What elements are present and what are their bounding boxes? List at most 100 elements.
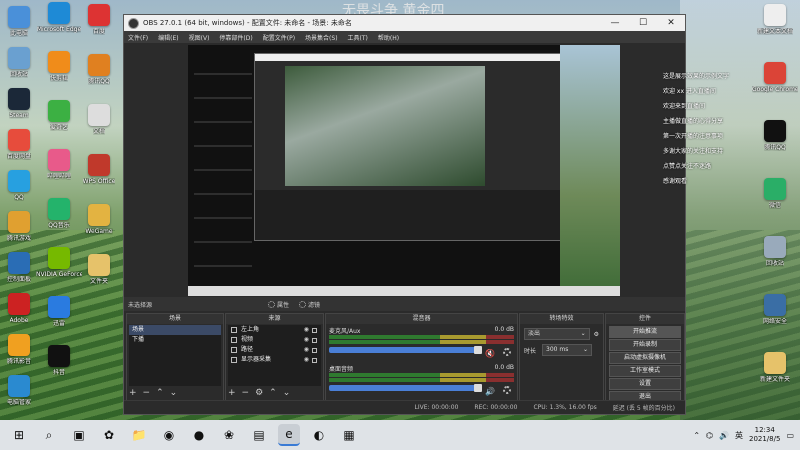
desktop-icon[interactable]: 腾讯QQ: [76, 54, 122, 85]
menu-item[interactable]: 配置文件(P): [263, 33, 295, 42]
control-button[interactable]: 启动虚拟摄像机: [609, 352, 681, 364]
desktop-icon[interactable]: 网络安全: [752, 294, 798, 325]
lock-icon[interactable]: [312, 327, 317, 333]
tray-chevron-icon[interactable]: ⌃: [693, 431, 700, 440]
filters-button[interactable]: 滤镜: [299, 300, 320, 309]
input-language[interactable]: 英: [735, 430, 743, 441]
taskbar-app-icon[interactable]: ◉: [158, 424, 180, 446]
move-down-icon[interactable]: ⌄: [283, 388, 291, 398]
app-icon: [8, 6, 30, 28]
control-button[interactable]: 开始推流: [609, 326, 681, 338]
notification-icon[interactable]: ▭: [786, 431, 794, 440]
remove-icon[interactable]: −: [143, 388, 151, 398]
desktop-icon[interactable]: 迅雷: [36, 296, 82, 327]
audio-meter: [329, 378, 514, 382]
desktop-icon-label: 文件夹: [89, 278, 108, 285]
volume-slider[interactable]: [329, 346, 482, 354]
lock-icon[interactable]: [312, 357, 317, 363]
app-icon: [48, 247, 70, 269]
desktop-icon[interactable]: WPS Office: [76, 154, 122, 185]
obs-preview[interactable]: [188, 45, 620, 296]
properties-button[interactable]: 属性: [268, 300, 289, 309]
eye-icon[interactable]: ◉: [304, 325, 309, 335]
gear-icon[interactable]: [503, 386, 511, 394]
speaker-icon[interactable]: 🔊: [485, 387, 495, 396]
source-item[interactable]: 左上角 ◉: [228, 325, 321, 335]
eye-icon[interactable]: ◉: [304, 345, 309, 355]
menu-item[interactable]: 帮助(H): [378, 33, 399, 42]
menu-item[interactable]: 文件(F): [128, 33, 148, 42]
preview-desktop-icons: [194, 51, 252, 281]
desktop-icon[interactable]: 抖音: [36, 345, 82, 376]
lock-icon[interactable]: [312, 337, 317, 343]
desktop-icon[interactable]: Google Chrome: [752, 62, 798, 93]
clock[interactable]: 12:34 2021/8/5: [749, 426, 780, 444]
minimize-icon[interactable]: —: [601, 15, 629, 31]
desktop-icon[interactable]: 新建文本文档: [752, 4, 798, 35]
dropped-frames-status: 延迟 (丢 5 帧的百分比): [612, 405, 675, 412]
add-icon[interactable]: +: [228, 388, 236, 398]
taskbar-app-icon[interactable]: ▤: [248, 424, 270, 446]
source-item[interactable]: 显示器采集 ◉: [228, 355, 321, 365]
desktop-icon[interactable]: WeGame: [76, 204, 122, 235]
volume-slider-handle[interactable]: [474, 384, 482, 392]
gear-icon[interactable]: [503, 348, 511, 356]
control-button[interactable]: 开始录制: [609, 339, 681, 351]
taskbar-app-icon[interactable]: ▣: [68, 424, 90, 446]
move-down-icon[interactable]: ⌄: [170, 388, 178, 398]
desktop-icon[interactable]: 腾讯QQ: [752, 120, 798, 151]
desktop-icon-label: QQ音乐: [48, 222, 70, 229]
desktop-icon-label: 微信: [768, 202, 781, 209]
transition-gear-icon[interactable]: ⚙: [594, 331, 599, 338]
desktop-icon[interactable]: 文档: [76, 104, 122, 135]
volume-icon[interactable]: 🔊: [719, 431, 729, 440]
taskbar-app-icon[interactable]: ◐: [308, 424, 330, 446]
speaker-icon[interactable]: 🔇: [485, 349, 495, 358]
source-item[interactable]: 视频 ◉: [228, 335, 321, 345]
eye-icon[interactable]: ◉: [304, 355, 309, 365]
desktop-icon-label: WPS Office: [82, 178, 116, 185]
desktop-icon[interactable]: 百度: [76, 4, 122, 35]
network-icon[interactable]: ⌬: [706, 431, 713, 440]
scene-item[interactable]: 下播: [129, 335, 221, 345]
taskbar-app-icon[interactable]: ●: [188, 424, 210, 446]
volume-slider[interactable]: [329, 384, 482, 392]
obs-titlebar[interactable]: OBS 27.0.1 (64 bit, windows) - 配置文件: 未命名…: [124, 15, 685, 31]
taskbar-app-icon[interactable]: e: [278, 424, 300, 446]
menu-item[interactable]: 停靠部件(D): [219, 33, 252, 42]
desktop-icon[interactable]: 新建文件夹: [752, 352, 798, 383]
taskbar-app-icon[interactable]: ⌕: [38, 424, 60, 446]
taskbar-app-icon[interactable]: ✿: [98, 424, 120, 446]
menu-item[interactable]: 编辑(E): [158, 33, 178, 42]
add-icon[interactable]: +: [129, 388, 137, 398]
remove-icon[interactable]: −: [242, 388, 250, 398]
desktop-icon[interactable]: 电脑管家: [0, 375, 42, 406]
maximize-icon[interactable]: ☐: [629, 15, 657, 31]
taskbar: ⊞ ⌕ ▣ ✿ 📁 ◉ ● ❀ ▤ e ◐ ▦ ⌃ ⌬ 🔊 英 12:34 2021/8/5 ▭: [0, 420, 800, 450]
gear-icon[interactable]: ⚙: [255, 388, 263, 398]
desktop-icon[interactable]: 微信: [752, 178, 798, 209]
menu-item[interactable]: 工具(T): [348, 33, 368, 42]
move-up-icon[interactable]: ⌃: [269, 388, 277, 398]
taskbar-app-icon[interactable]: ⊞: [8, 424, 30, 446]
taskbar-app-icon[interactable]: ❀: [218, 424, 240, 446]
transition-select[interactable]: 淡出 ⌄: [524, 328, 590, 340]
move-up-icon[interactable]: ⌃: [156, 388, 164, 398]
desktop-icon[interactable]: 文件夹: [76, 254, 122, 285]
desktop-icon[interactable]: 回收站: [752, 236, 798, 267]
source-item[interactable]: 路径 ◉: [228, 345, 321, 355]
taskbar-app-icon[interactable]: ▦: [338, 424, 360, 446]
close-icon[interactable]: ✕: [657, 15, 685, 31]
taskbar-app-icon[interactable]: 📁: [128, 424, 150, 446]
control-button[interactable]: 工作室模式: [609, 365, 681, 377]
menu-item[interactable]: 场景集合(S): [305, 33, 338, 42]
volume-slider-handle[interactable]: [474, 346, 482, 354]
source-name: 视频: [241, 336, 254, 343]
app-icon: [48, 198, 70, 220]
scene-item[interactable]: 场景: [129, 325, 221, 335]
lock-icon[interactable]: [312, 347, 317, 353]
menu-item[interactable]: 视图(V): [189, 33, 210, 42]
duration-input[interactable]: 300 ms ⌄: [542, 344, 593, 356]
eye-icon[interactable]: ◉: [304, 335, 309, 345]
control-button[interactable]: 设置: [609, 378, 681, 390]
